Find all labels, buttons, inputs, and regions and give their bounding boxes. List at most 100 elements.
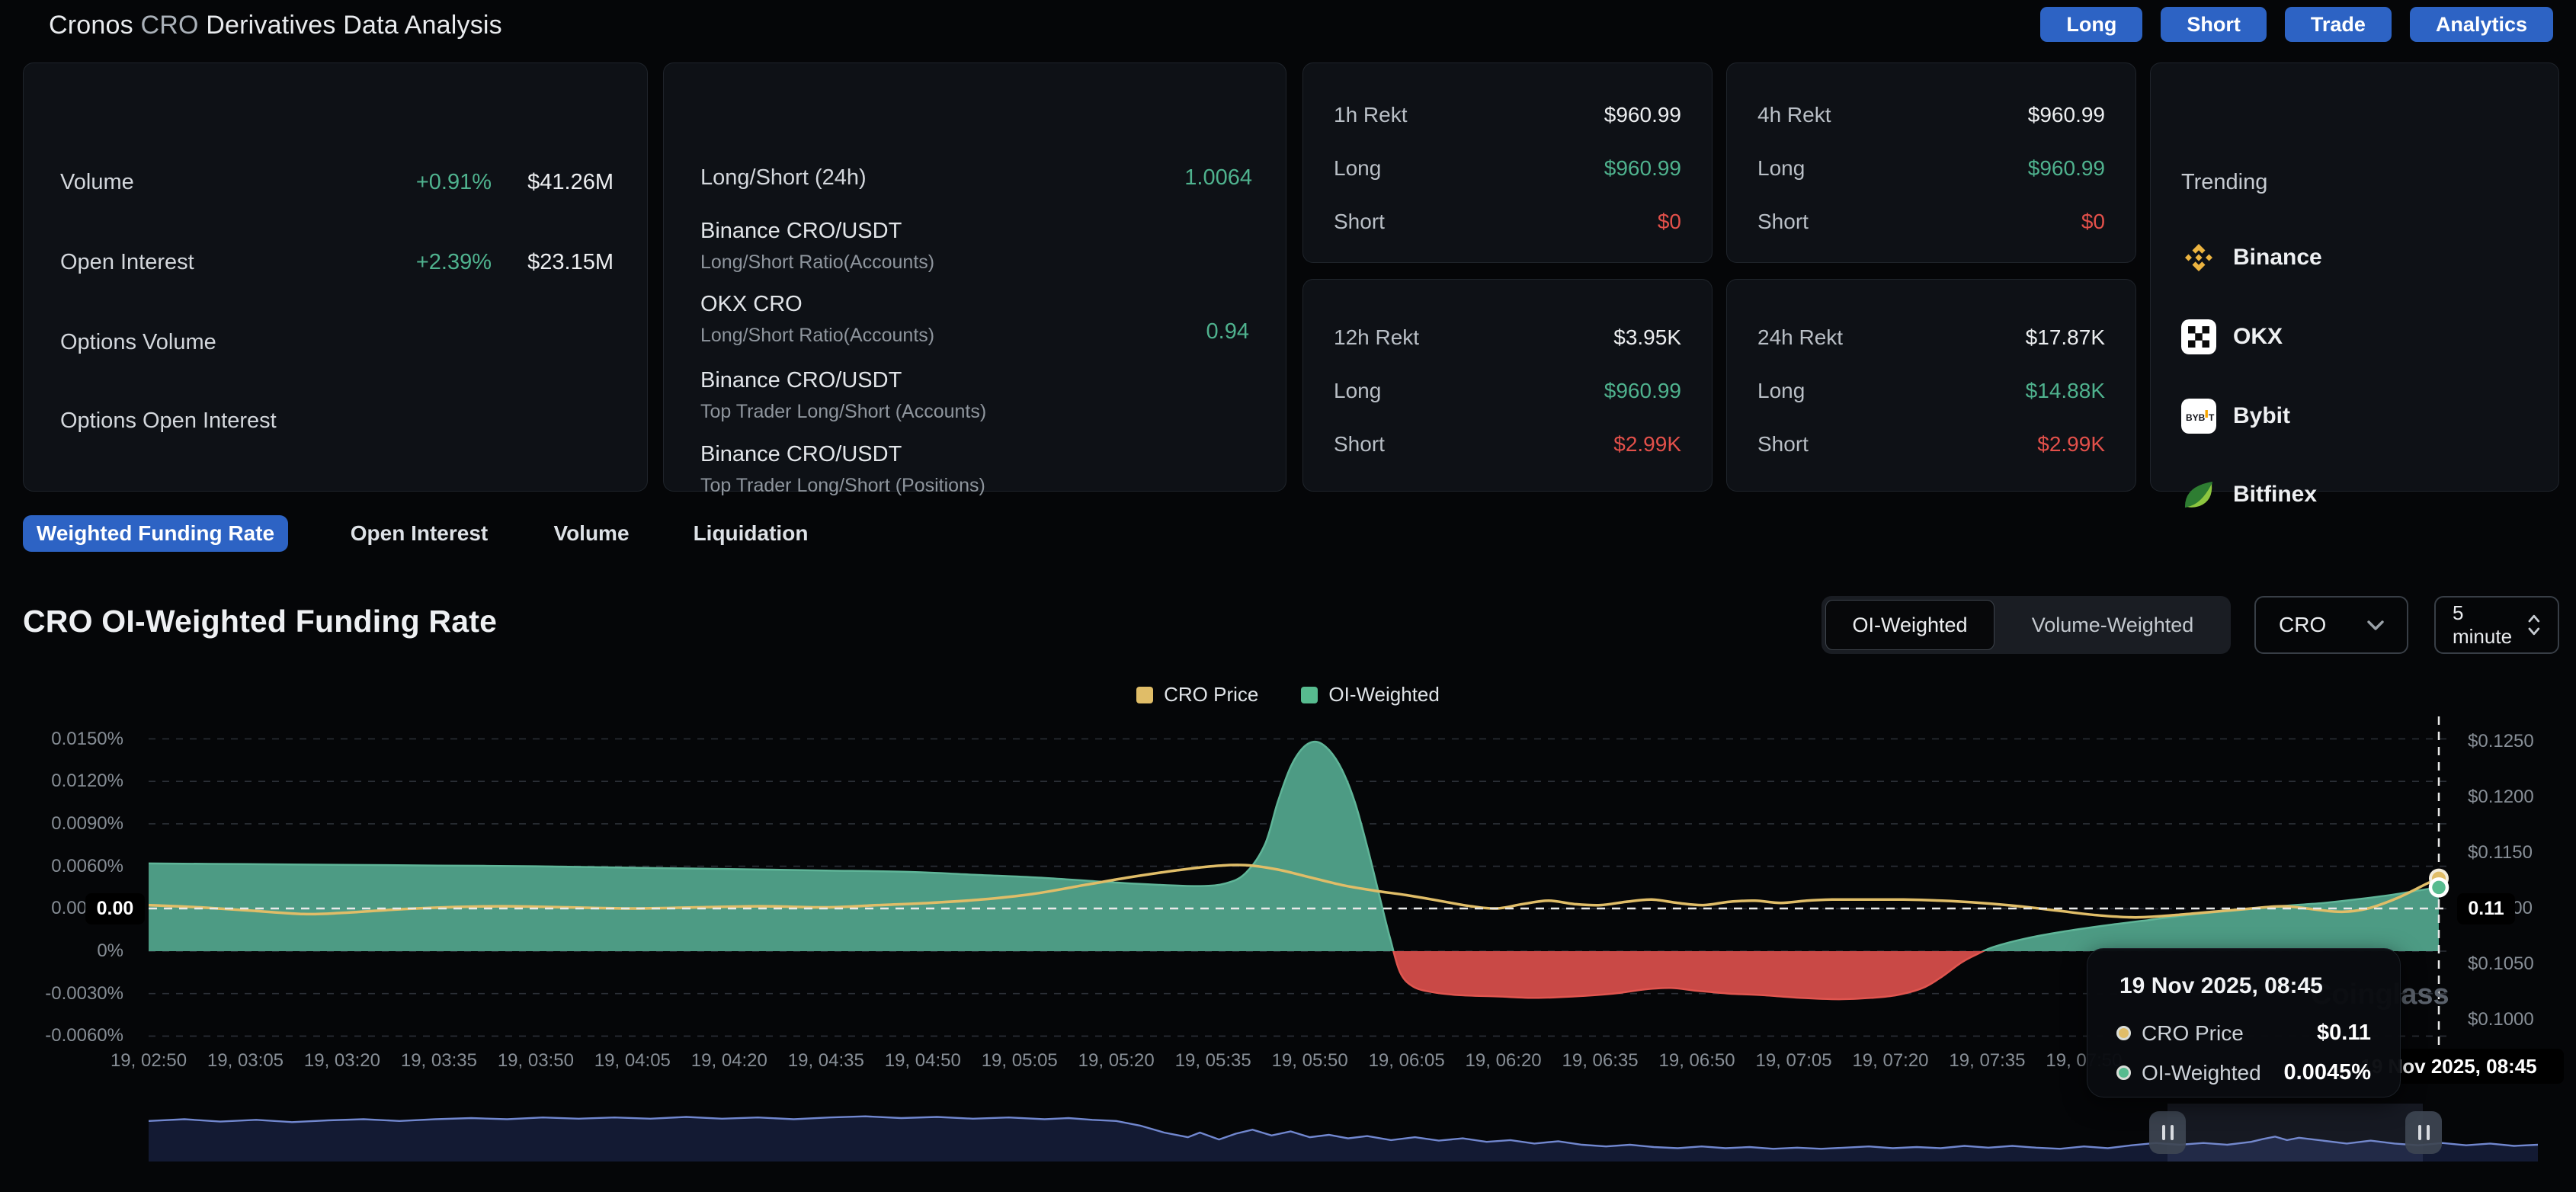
legend-label: CRO Price bbox=[1164, 683, 1258, 707]
stat-label: Options Volume bbox=[60, 330, 370, 355]
chart-tooltip: 19 Nov 2025, 08:45 CRO Price $0.11 OI-We… bbox=[2087, 948, 2401, 1097]
rekt-card-24h: 24h Rekt$17.87K Long$14.88K Short$2.99K bbox=[1726, 279, 2136, 492]
header-actions: Long Short Trade Analytics bbox=[2040, 7, 2553, 42]
ratio-title: OKX CRO bbox=[700, 292, 934, 317]
stat-row-options-volume: Options Volume bbox=[60, 330, 614, 355]
stat-row-options-open-interest: Options Open Interest bbox=[60, 409, 614, 434]
legend-swatch-cro-price bbox=[1136, 687, 1153, 703]
chart-legend: CRO Price OI-Weighted bbox=[0, 683, 2576, 707]
stat-label: Volume bbox=[60, 170, 370, 195]
ratio-row-binance-top-accounts: Binance CRO/USDT Top Trader Long/Short (… bbox=[700, 368, 986, 423]
tooltip-dot-oi-weighted bbox=[2116, 1065, 2131, 1080]
trending-title: Trending bbox=[2181, 170, 2267, 195]
rekt-short-label: Short bbox=[1334, 432, 1385, 457]
analytics-button[interactable]: Analytics bbox=[2410, 7, 2553, 42]
legend-oi-weighted[interactable]: OI-Weighted bbox=[1301, 683, 1439, 707]
stat-label: Open Interest bbox=[60, 250, 370, 275]
chevron-down-icon bbox=[2367, 620, 2384, 630]
trending-item-okx[interactable]: OKX bbox=[2181, 319, 2283, 354]
ratio-header-label: Long/Short (24h) bbox=[700, 165, 1085, 191]
right-axis-tick: $0.1000 bbox=[2468, 1009, 2534, 1030]
trending-item-label: OKX bbox=[2233, 324, 2283, 350]
bitfinex-icon bbox=[2181, 477, 2216, 512]
rekt-period: 4h Rekt bbox=[1757, 103, 1831, 127]
trade-button[interactable]: Trade bbox=[2285, 7, 2392, 42]
right-axis-tick: $0.1200 bbox=[2468, 787, 2534, 808]
navigator-left-handle[interactable] bbox=[2149, 1111, 2186, 1154]
toggle-volume-weighted[interactable]: Volume-Weighted bbox=[1994, 614, 2231, 637]
stat-value: $41.26M bbox=[492, 170, 614, 195]
right-axis-tick: $0.1050 bbox=[2468, 953, 2534, 975]
market-stats-card: Volume +0.91% $41.26M Open Interest +2.3… bbox=[23, 62, 648, 492]
legend-label: OI-Weighted bbox=[1328, 683, 1439, 707]
trending-card: Trending Binance bbox=[2150, 62, 2559, 492]
left-axis-tick: -0.0030% bbox=[15, 983, 123, 1005]
tab-volume[interactable]: Volume bbox=[546, 515, 637, 552]
rekt-long-value: $14.88K bbox=[2026, 379, 2105, 403]
stat-value: $23.15M bbox=[492, 250, 614, 275]
ratio-row-okx-accounts: OKX CRO Long/Short Ratio(Accounts) bbox=[700, 292, 934, 347]
navigator-selection[interactable] bbox=[2167, 1104, 2423, 1162]
ratio-sub: Top Trader Long/Short (Accounts) bbox=[700, 401, 986, 423]
tooltip-dot-cro-price bbox=[2116, 1026, 2131, 1040]
tab-liquidation[interactable]: Liquidation bbox=[686, 515, 815, 552]
navigator-right-handle[interactable] bbox=[2405, 1111, 2442, 1154]
toggle-oi-weighted[interactable]: OI-Weighted bbox=[1825, 600, 1994, 650]
long-button[interactable]: Long bbox=[2040, 7, 2142, 42]
stat-row-volume: Volume +0.91% $41.26M bbox=[60, 170, 614, 195]
binance-icon bbox=[2181, 240, 2216, 275]
tooltip-label: CRO Price bbox=[2142, 1021, 2306, 1046]
interval-select[interactable]: 5 minute bbox=[2434, 596, 2559, 654]
crosshair-left-badge: 0.00 bbox=[85, 893, 145, 924]
tooltip-title: 19 Nov 2025, 08:45 bbox=[2119, 973, 2323, 999]
up-down-chevrons-icon bbox=[2527, 614, 2541, 636]
bybit-icon: BYB T bbox=[2181, 399, 2216, 434]
stat-row-open-interest: Open Interest +2.39% $23.15M bbox=[60, 250, 614, 275]
ratio-title: Binance CRO/USDT bbox=[700, 219, 934, 244]
rekt-period: 24h Rekt bbox=[1757, 325, 1843, 350]
rekt-total: $960.99 bbox=[2028, 103, 2105, 127]
ratio-row-binance-top-positions: Binance CRO/USDT Top Trader Long/Short (… bbox=[700, 442, 985, 497]
legend-swatch-oi-weighted bbox=[1301, 687, 1318, 703]
app-root: Cronos CRO Derivatives Data Analysis Lon… bbox=[0, 0, 2576, 1192]
legend-cro-price[interactable]: CRO Price bbox=[1136, 683, 1258, 707]
tooltip-value: 0.0045% bbox=[2284, 1060, 2372, 1085]
rekt-long-value: $960.99 bbox=[1604, 156, 1681, 181]
ratio-okx-value: 0.94 bbox=[1206, 319, 1249, 344]
ratio-title: Binance CRO/USDT bbox=[700, 442, 985, 467]
rekt-short-value: $0 bbox=[1658, 210, 1681, 234]
symbol-select[interactable]: CRO bbox=[2254, 596, 2408, 654]
trending-item-bitfinex[interactable]: Bitfinex bbox=[2181, 477, 2317, 512]
left-axis-tick: 0.0120% bbox=[15, 771, 123, 792]
stat-pct: +0.91% bbox=[370, 170, 492, 195]
rekt-total: $960.99 bbox=[1604, 103, 1681, 127]
trending-item-label: Binance bbox=[2233, 245, 2322, 271]
tooltip-label: OI-Weighted bbox=[2142, 1061, 2273, 1085]
tooltip-value: $0.11 bbox=[2317, 1021, 2371, 1046]
svg-text:BYB: BYB bbox=[2186, 412, 2206, 423]
crosshair-right-badge: 0.11 bbox=[2457, 893, 2515, 924]
rekt-long-label: Long bbox=[1757, 156, 1805, 181]
ratio-title: Binance CRO/USDT bbox=[700, 368, 986, 393]
left-axis-tick: 0% bbox=[15, 940, 123, 962]
tab-weighted-funding-rate[interactable]: Weighted Funding Rate bbox=[23, 515, 288, 552]
trending-item-label: Bitfinex bbox=[2233, 482, 2317, 508]
rekt-period: 12h Rekt bbox=[1334, 325, 1419, 350]
tab-open-interest[interactable]: Open Interest bbox=[347, 515, 492, 552]
tooltip-row-cro-price: CRO Price $0.11 bbox=[2116, 1021, 2371, 1046]
rekt-long-value: $960.99 bbox=[1604, 379, 1681, 403]
trending-item-bybit[interactable]: BYB T Bybit bbox=[2181, 399, 2290, 434]
page-title: Cronos CRO Derivatives Data Analysis bbox=[49, 11, 502, 40]
stat-label: Options Open Interest bbox=[60, 409, 370, 434]
short-button[interactable]: Short bbox=[2161, 7, 2267, 42]
rekt-long-label: Long bbox=[1334, 379, 1381, 403]
left-axis-tick: 0.0090% bbox=[15, 813, 123, 835]
trending-item-binance[interactable]: Binance bbox=[2181, 240, 2322, 275]
weighting-toggle: OI-Weighted Volume-Weighted bbox=[1821, 596, 2231, 654]
stat-pct: +2.39% bbox=[370, 250, 492, 275]
ratio-sub: Long/Short Ratio(Accounts) bbox=[700, 252, 934, 274]
left-axis-tick: 0.0150% bbox=[15, 729, 123, 750]
rekt-long-value: $960.99 bbox=[2028, 156, 2105, 181]
left-axis-tick: -0.0060% bbox=[15, 1025, 123, 1046]
ratio-sub: Top Trader Long/Short (Positions) bbox=[700, 475, 985, 497]
